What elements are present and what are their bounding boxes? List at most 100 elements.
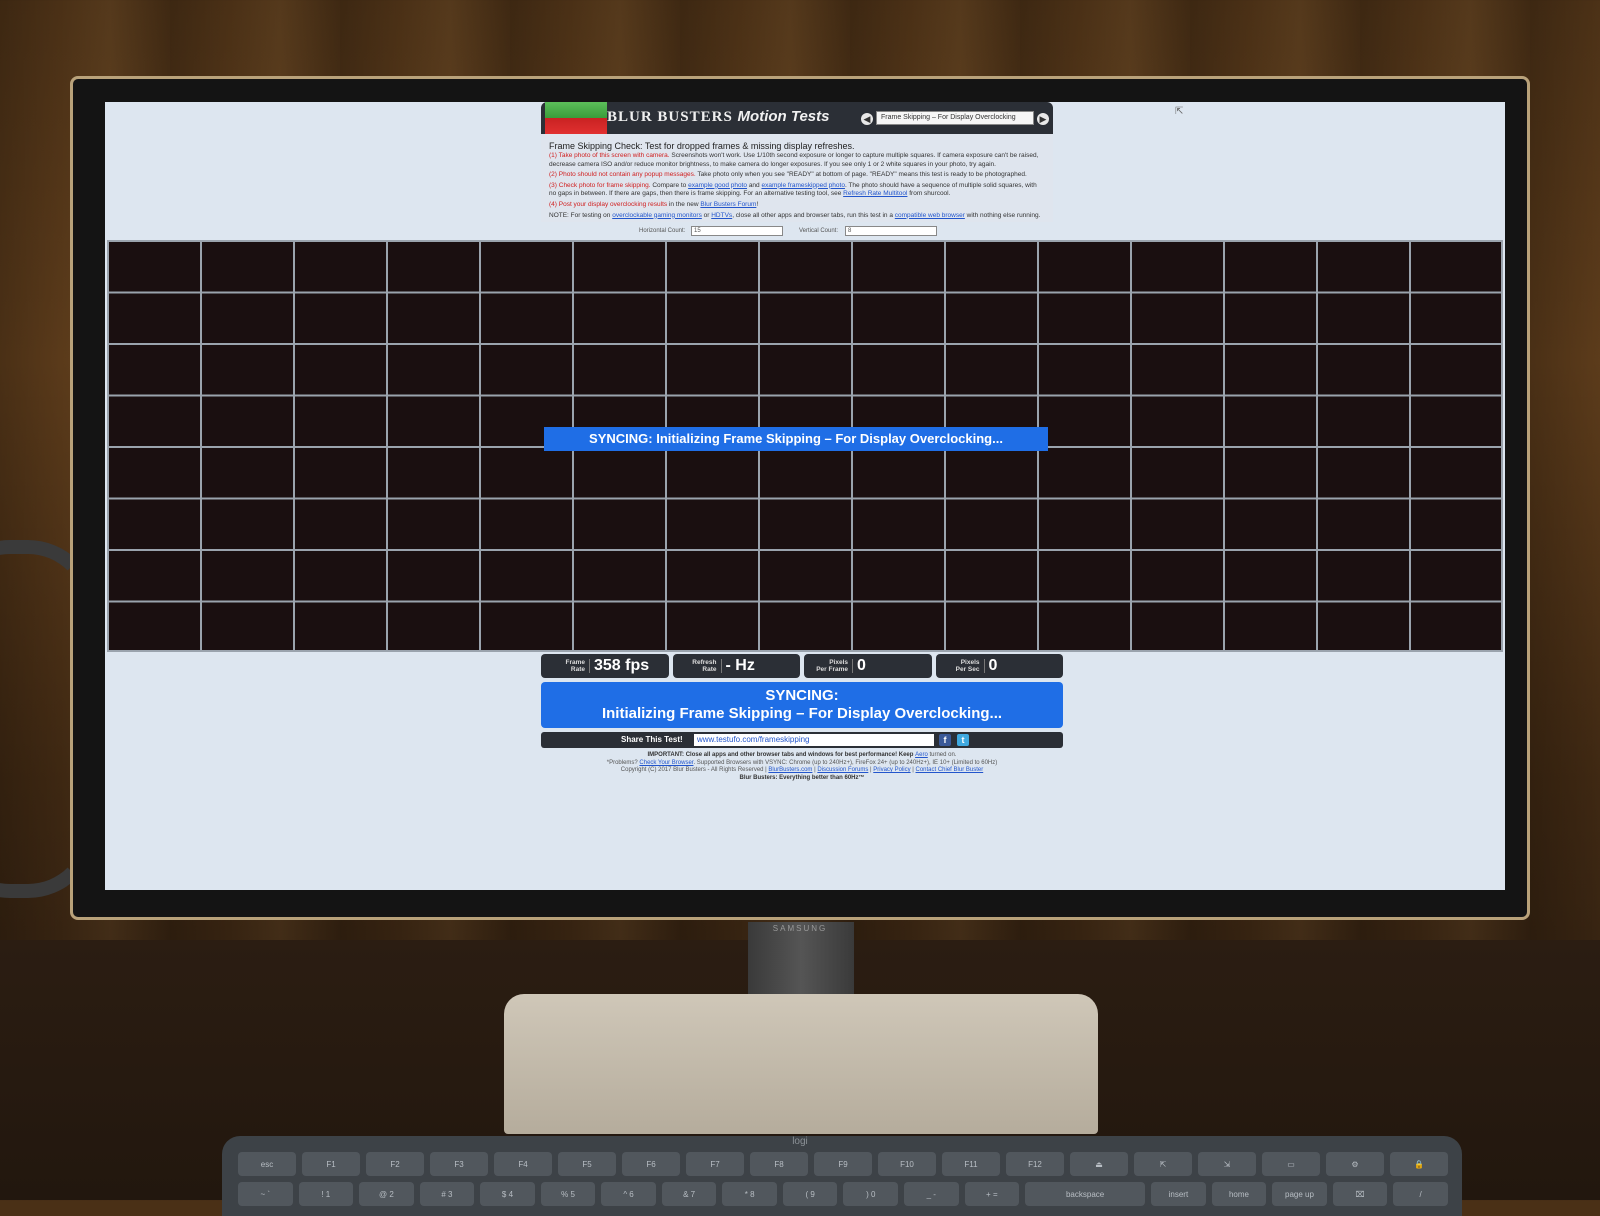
horizontal-count-input[interactable]: 15	[691, 226, 783, 236]
note-text-a: NOTE: For testing on	[549, 211, 613, 219]
keyboard-key: # 3	[419, 1182, 475, 1206]
brand-suffix: Motion Tests	[737, 108, 830, 125]
ppf-label-line2: Per Frame	[816, 666, 848, 673]
instruction-step-1: (1) Take photo of this screen with camer…	[549, 152, 1045, 169]
pps-label-line1: Pixels	[960, 659, 980, 666]
previous-test-icon[interactable]: ◀	[861, 113, 873, 125]
discussion-forums-link[interactable]: Discussion Forums	[817, 767, 868, 773]
monitor-stand-base	[504, 994, 1098, 1134]
test-selector[interactable]: Frame Skipping – For Display Overclockin…	[876, 111, 1034, 125]
blur-busters-forum-link[interactable]: Blur Busters Forum	[700, 201, 756, 208]
step-3-text-b: and	[747, 181, 762, 189]
keyboard-key: insert	[1151, 1182, 1206, 1206]
next-test-icon[interactable]: ▶	[1037, 113, 1049, 125]
refresh-rate-multitool-link[interactable]: Refresh Rate Multitool	[843, 190, 907, 197]
frame-rate-stat: Frame Rate 358 fps	[541, 654, 669, 678]
brand-text: BLUR BUSTERS	[607, 109, 733, 125]
step-1-heading: (1) Take photo of this screen with camer…	[549, 152, 670, 159]
step-2-heading: (2) Photo should not contain any popup m…	[549, 171, 696, 179]
keyboard-key: 🔒	[1390, 1152, 1448, 1176]
refresh-rate-label: Refresh Rate	[673, 659, 722, 673]
important-text-b: turned on.	[927, 752, 957, 758]
pps-label-line2: Per Sec	[955, 666, 980, 673]
keyboard-key: F8	[750, 1152, 808, 1176]
keyboard-logo: logi	[792, 1136, 808, 1147]
instructions: Frame Skipping Check: Test for dropped f…	[549, 140, 1045, 220]
step-4-heading: (4) Post your display overclocking resul…	[549, 200, 668, 208]
step-2-text: Take photo only when you see "READY" at …	[695, 171, 1027, 179]
check-browser-link[interactable]: Check Your Browser	[639, 760, 693, 766]
privacy-policy-link[interactable]: Privacy Policy	[873, 767, 910, 773]
refresh-rate-stat: Refresh Rate - Hz	[672, 654, 800, 678]
vertical-count-input[interactable]: 8	[845, 226, 937, 236]
site-title: BLUR BUSTERS Motion Tests	[607, 108, 830, 126]
aero-link[interactable]: Aero	[915, 752, 928, 758]
keyboard-key: F3	[430, 1152, 488, 1176]
keyboard-key: /	[1393, 1182, 1448, 1206]
pixels-per-frame-stat: Pixels Per Frame 0	[804, 654, 932, 678]
status-box: SYNCING: Initializing Frame Skipping – F…	[541, 682, 1063, 728]
instruction-step-4: (4) Post your display overclocking resul…	[549, 201, 1045, 210]
keyboard-key: backspace	[1025, 1182, 1146, 1206]
footer-copyright: Copyright (C) 2017 Blur Busters - All Ri…	[541, 767, 1063, 775]
frame-rate-value: 358 fps	[594, 657, 650, 674]
facebook-icon[interactable]: f	[939, 734, 951, 746]
horizontal-count-label: Horizontal Count:	[639, 228, 686, 234]
important-text-a: IMPORTANT: Close all apps and other brow…	[647, 752, 916, 758]
note-text-c: , close all other apps and browser tabs,…	[732, 211, 895, 219]
keyboard-key: esc	[238, 1152, 296, 1176]
blurbusters-site-link[interactable]: BlurBusters.com	[768, 767, 812, 773]
step-4-end: !	[756, 200, 759, 208]
pixels-per-sec-label: Pixels Per Sec	[936, 659, 985, 673]
keyboard-key: $ 4	[480, 1182, 535, 1206]
keyboard-function-row: esc F1 F2 F3 F4 F5 F6 F7 F8 F9 F10 F11 F12 ⏏ ⇱ ⇲ ▭ ⚙ 🔒	[238, 1152, 1448, 1176]
step-3-text-a: Compare to	[650, 181, 689, 189]
instructions-title: Frame Skipping Check: Test for dropped f…	[549, 141, 855, 151]
keyboard-key: F12	[1006, 1152, 1064, 1176]
keyboard-key: ⇱	[1134, 1152, 1192, 1176]
gaming-monitors-link[interactable]: overclockable gaming monitors	[612, 212, 702, 219]
keyboard-key: F10	[878, 1152, 936, 1176]
step-3-text-d: from shurcool.	[907, 190, 951, 198]
keyboard-key: F6	[622, 1152, 680, 1176]
keyboard-key: page up	[1272, 1182, 1327, 1206]
share-bar: Share This Test! www.testufo.com/framesk…	[541, 732, 1063, 748]
pixels-per-frame-value: 0	[857, 657, 866, 674]
step-3-heading: (3) Check photo for frame skipping.	[549, 181, 651, 189]
stats-bar: Frame Rate 358 fps Refresh Rate - Hz Pixel…	[541, 654, 1063, 678]
keyboard-key: F5	[558, 1152, 616, 1176]
header-panel: BLUR BUSTERS Motion Tests ◀ Frame Skippi…	[541, 102, 1053, 222]
keyboard-key: % 5	[540, 1182, 596, 1206]
keyboard-key: F2	[366, 1152, 424, 1176]
header-banner: BLUR BUSTERS Motion Tests ◀ Frame Skippi…	[541, 102, 1053, 134]
frame-rate-label: Frame Rate	[541, 659, 590, 673]
keyboard-key: F11	[942, 1152, 1000, 1176]
keyboard-key: @ 2	[359, 1182, 414, 1206]
instruction-step-2: (2) Photo should not contain any popup m…	[549, 171, 1045, 180]
compatible-browser-link[interactable]: compatible web browser	[895, 212, 965, 219]
pixels-per-frame-label: Pixels Per Frame	[804, 659, 853, 673]
keyboard-key: ^ 6	[601, 1182, 656, 1206]
keyboard-key: ⏏	[1070, 1152, 1128, 1176]
vertical-count-label: Vertical Count:	[799, 228, 839, 234]
keyboard-key: ( 9	[782, 1182, 838, 1206]
hdtvs-link[interactable]: HDTVs	[711, 212, 732, 219]
keyboard-key: F7	[686, 1152, 744, 1176]
problems-text-a: *Problems?	[606, 759, 640, 766]
share-label: Share This Test!	[621, 735, 683, 744]
twitter-icon[interactable]: t	[957, 734, 969, 746]
keyboard-key: + =	[964, 1182, 1020, 1206]
instruction-step-3: (3) Check photo for frame skipping. Comp…	[549, 182, 1045, 199]
frame-rate-label-line2: Rate	[570, 666, 585, 673]
note-text-d: with nothing else running.	[964, 211, 1041, 219]
step-4-text: in the new	[667, 200, 701, 208]
example-frameskipped-photo-link[interactable]: example frameskipped photo	[761, 182, 844, 189]
contact-link[interactable]: Contact Chief Blur Buster	[916, 767, 984, 773]
example-good-photo-link[interactable]: example good photo	[688, 182, 747, 189]
footer-important: IMPORTANT: Close all apps and other brow…	[541, 752, 1063, 760]
keyboard-key: & 7	[661, 1182, 717, 1206]
share-url-input[interactable]: www.testufo.com/frameskipping	[694, 734, 934, 746]
note-text-b: or	[701, 211, 712, 219]
footer: IMPORTANT: Close all apps and other brow…	[541, 752, 1063, 782]
problems-text-b: . Supported Browsers with VSYNC: Chrome …	[693, 759, 998, 766]
